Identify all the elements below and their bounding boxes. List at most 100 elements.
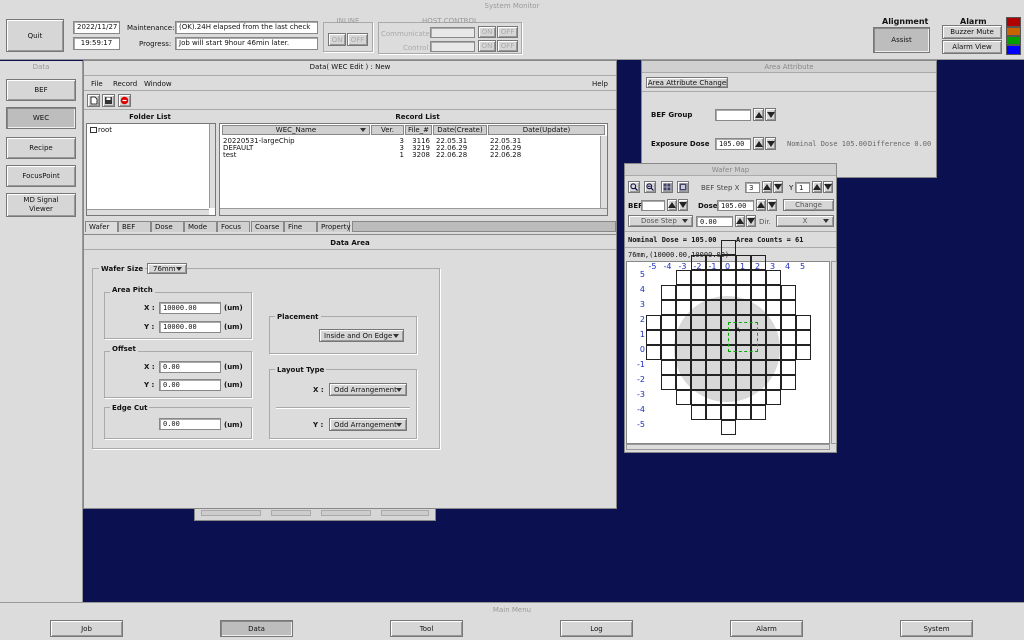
wafer-cell[interactable] — [706, 345, 721, 360]
alarm-view-button[interactable]: Alarm View — [942, 40, 1002, 54]
bef-step-x-input[interactable]: 3 — [745, 182, 760, 193]
tab-wafer[interactable]: Wafer — [85, 221, 118, 232]
bef-group-up-icon[interactable] — [753, 108, 764, 121]
wafer-cell[interactable] — [736, 390, 751, 405]
wafer-cell[interactable] — [766, 300, 781, 315]
wafer-cell[interactable] — [676, 300, 691, 315]
bef-step-y-input[interactable]: 1 — [795, 182, 810, 193]
wafer-cell[interactable] — [721, 360, 736, 375]
wafer-cell[interactable] — [676, 285, 691, 300]
record-vscroll[interactable] — [600, 136, 607, 208]
wafer-cell[interactable] — [766, 360, 781, 375]
wafer-cell[interactable] — [751, 390, 766, 405]
quit-button[interactable]: Quit — [6, 19, 64, 52]
communicate-off-button[interactable]: OFF — [497, 26, 518, 38]
wafer-cell[interactable] — [706, 405, 721, 420]
inline-on-button[interactable]: ON — [328, 33, 346, 46]
col-date-update[interactable]: Date(Update) — [488, 125, 605, 135]
wafer-cell[interactable] — [706, 390, 721, 405]
control-off-button[interactable]: OFF — [497, 40, 518, 52]
wafer-cell[interactable] — [796, 330, 811, 345]
offset-y-input[interactable]: 0.00 — [159, 379, 221, 391]
table-row[interactable]: test 1 3208 22.06.28 22.06.28 — [222, 152, 600, 159]
wafer-cell[interactable] — [691, 270, 706, 285]
wafer-map-vscroll[interactable] — [831, 261, 837, 444]
main-menu-alarm[interactable]: Alarm — [730, 620, 803, 637]
tab-mode[interactable]: Mode — [184, 221, 217, 232]
wafer-cell[interactable] — [661, 360, 676, 375]
wafer-cell[interactable] — [796, 315, 811, 330]
assist-button[interactable]: Assist — [873, 27, 930, 53]
wafer-cell[interactable] — [721, 270, 736, 285]
wafer-cell[interactable] — [676, 330, 691, 345]
wafer-cell[interactable] — [661, 345, 676, 360]
inline-off-button[interactable]: OFF — [347, 33, 368, 46]
wafer-cell[interactable] — [721, 390, 736, 405]
bef-up-icon[interactable] — [667, 199, 677, 211]
wafer-cell[interactable] — [751, 300, 766, 315]
exposure-dose-down-icon[interactable] — [765, 137, 776, 150]
wafer-cell[interactable] — [766, 315, 781, 330]
zoom-out-icon[interactable] — [644, 181, 656, 193]
exposure-dose-input[interactable]: 105.00 — [715, 138, 751, 150]
exposure-dose-up-icon[interactable] — [753, 137, 764, 150]
wafer-cell[interactable] — [781, 360, 796, 375]
tab-property[interactable]: Property — [317, 221, 351, 232]
menu-help[interactable]: Help — [592, 80, 608, 88]
wafer-cell[interactable] — [706, 330, 721, 345]
wafer-map-canvas[interactable]: -5 -4 -3 -2 -1 0 1 2 3 4 5 5 4 3 2 1 0 -1 -2 -3 -4 -5 A — [626, 240, 830, 444]
buzzer-mute-button[interactable]: Buzzer Mute — [942, 25, 1002, 39]
wafer-cell[interactable] — [736, 360, 751, 375]
wafer-cell[interactable] — [691, 390, 706, 405]
wafer-cell[interactable] — [706, 360, 721, 375]
wafer-cell[interactable] — [661, 285, 676, 300]
tab-focus[interactable]: Focus — [217, 221, 250, 232]
wafer-cell[interactable] — [691, 330, 706, 345]
wafer-cell[interactable] — [691, 375, 706, 390]
main-menu-log[interactable]: Log — [560, 620, 633, 637]
wafer-cell[interactable] — [766, 345, 781, 360]
wafer-cell[interactable] — [721, 405, 736, 420]
wafer-cell[interactable] — [766, 285, 781, 300]
wafer-cell[interactable] — [721, 300, 736, 315]
menu-file[interactable]: File — [91, 80, 103, 88]
communicate-on-button[interactable]: ON — [478, 26, 496, 38]
bef-step-x-down-icon[interactable] — [773, 181, 783, 193]
wafer-cell[interactable] — [781, 375, 796, 390]
table-row[interactable]: DEFAULT 3 3219 22.06.29 22.06.29 — [222, 145, 600, 152]
bef-step-y-up-icon[interactable] — [812, 181, 822, 193]
wafer-cell[interactable] — [796, 345, 811, 360]
wafer-cell[interactable] — [751, 375, 766, 390]
wafer-cell[interactable] — [751, 360, 766, 375]
fit-icon[interactable] — [677, 181, 689, 193]
wafer-cell[interactable] — [646, 315, 661, 330]
tab-dose[interactable]: Dose — [151, 221, 184, 232]
data-item-recipe[interactable]: Recipe — [6, 137, 76, 159]
wafer-cell[interactable] — [736, 270, 751, 285]
wafer-cell[interactable] — [691, 300, 706, 315]
data-item-bef[interactable]: BEF — [6, 79, 76, 101]
wafer-cell[interactable] — [646, 330, 661, 345]
dose-down-icon[interactable] — [767, 199, 777, 211]
grid-icon[interactable] — [661, 181, 673, 193]
wafer-cell[interactable] — [766, 270, 781, 285]
wafer-cell[interactable] — [736, 375, 751, 390]
folder-vscroll[interactable] — [209, 124, 215, 208]
col-file[interactable]: File_# — [405, 125, 432, 135]
change-button[interactable]: Change — [783, 199, 834, 211]
wafer-cell[interactable] — [721, 420, 736, 435]
dose-step-select[interactable]: Dose Step — [628, 215, 693, 227]
tab-bef[interactable]: BEF — [118, 221, 151, 232]
wafer-cell[interactable] — [661, 315, 676, 330]
placement-select[interactable]: Inside and On Edge — [319, 329, 404, 342]
edge-cut-input[interactable]: 0.00 — [159, 418, 221, 430]
wafer-cell[interactable] — [646, 345, 661, 360]
wafer-cell[interactable] — [721, 240, 736, 255]
wafer-cell[interactable] — [781, 345, 796, 360]
wafer-cell[interactable] — [766, 375, 781, 390]
area-pitch-y-input[interactable]: 10000.00 — [159, 321, 221, 333]
wafer-cell[interactable] — [706, 375, 721, 390]
bef-down-icon[interactable] — [678, 199, 688, 211]
wafer-cell[interactable] — [676, 375, 691, 390]
folder-hscroll[interactable] — [87, 209, 209, 215]
